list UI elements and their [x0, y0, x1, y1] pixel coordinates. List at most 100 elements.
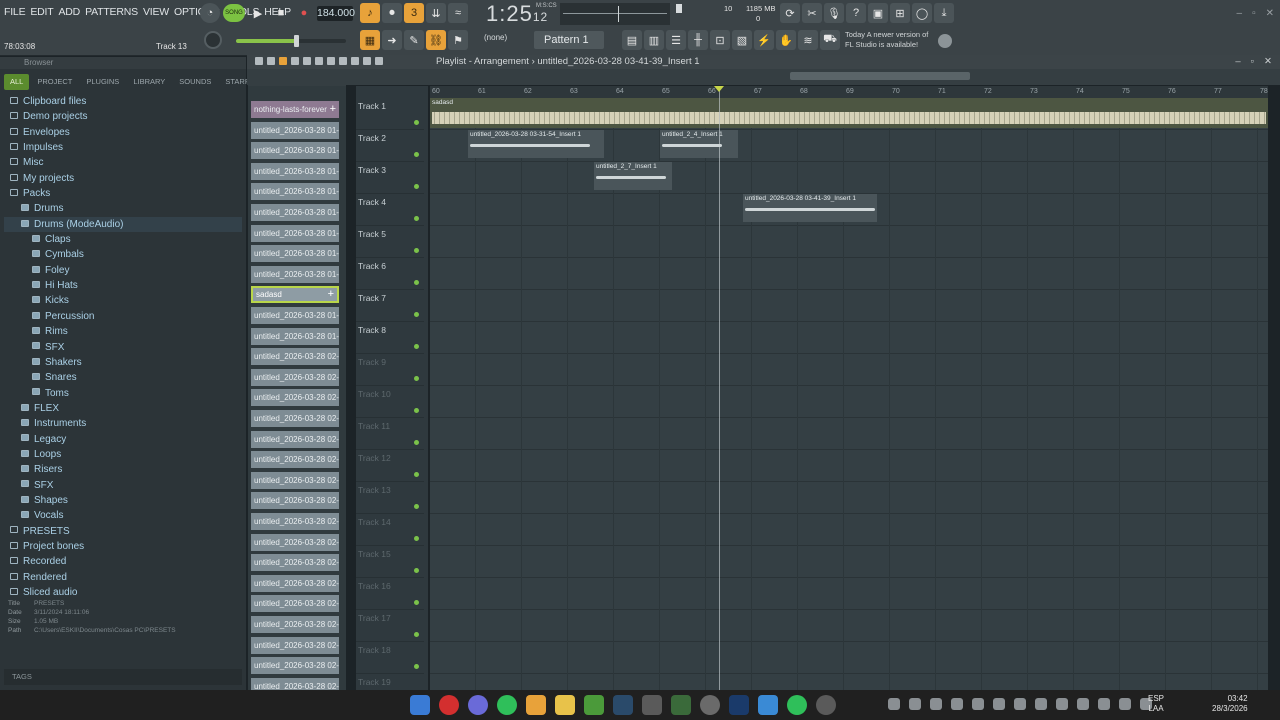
browser-item[interactable]: Drums [4, 201, 242, 216]
track-active-icon[interactable] [414, 120, 419, 125]
track-header[interactable]: Track 17 [356, 610, 424, 642]
pattern-clip-item[interactable]: nothing-lasts-forever + [251, 101, 339, 118]
pattern-clip-item[interactable]: untitled_2026-03-28 01-... [251, 224, 339, 242]
taskbar-clock[interactable]: 03:42 28/3/2026 [1212, 694, 1248, 714]
language-indicator[interactable]: ESP LAA [1148, 694, 1164, 714]
track-header[interactable]: Track 2 [356, 130, 424, 162]
playback-icon[interactable] [375, 57, 383, 65]
tray-icon-12[interactable] [1119, 698, 1131, 710]
plugin-picker-icon[interactable]: ⊡ [710, 30, 730, 50]
tab-library[interactable]: LIBRARY [127, 74, 171, 90]
paint-icon[interactable] [291, 57, 299, 65]
pattern-clip-item[interactable]: untitled_2026-03-28 01-... [251, 245, 339, 263]
browser-item[interactable]: Vocals [4, 508, 242, 523]
zoom-icon[interactable] [363, 57, 371, 65]
menu-file[interactable]: FILE [4, 6, 26, 18]
menu-patterns[interactable]: PATTERNS [85, 6, 138, 18]
tray-icon-4[interactable] [951, 698, 963, 710]
playhead-marker[interactable] [714, 86, 724, 92]
clip-insert-0331[interactable]: untitled_2026-03-28 03-31-54_Insert 1 [468, 130, 604, 158]
track-header[interactable]: Track 10 [356, 386, 424, 418]
track-active-icon[interactable] [414, 248, 419, 253]
wave-icon[interactable]: ≋ [798, 30, 818, 50]
select-icon[interactable] [351, 57, 359, 65]
browser-item[interactable]: Shapes [4, 493, 242, 508]
tray-icon-3[interactable] [930, 698, 942, 710]
tab-plugins[interactable]: PLUGINS [80, 74, 125, 90]
snap-selector[interactable]: (none) [484, 33, 507, 42]
pattern-clip-item[interactable]: untitled_2026-03-28 02-... [251, 574, 339, 592]
pattern-clip-item[interactable]: untitled_2026-03-28 02-... [251, 513, 339, 530]
browser-item[interactable]: Kicks [4, 293, 242, 308]
record-icon[interactable]: ● [294, 3, 314, 23]
shield-icon[interactable] [700, 695, 720, 715]
track-active-icon[interactable] [414, 440, 419, 445]
browser-item[interactable]: Rendered [4, 570, 242, 585]
slice-icon[interactable] [339, 57, 347, 65]
playlist-close-icon[interactable]: ✕ [1264, 55, 1272, 69]
browser-item[interactable]: SFX [4, 478, 242, 493]
wait-icon[interactable]: ⏺ [382, 3, 402, 23]
tools-icon[interactable]: ✂ [802, 3, 822, 23]
track-active-icon[interactable] [414, 600, 419, 605]
pattern-clip-item[interactable]: untitled_2026-03-28 02-... [251, 677, 339, 690]
pattern-clip-item[interactable]: untitled_2026-03-28 02-... [251, 616, 339, 633]
track-header[interactable]: Track 5 [356, 226, 424, 258]
draw-icon[interactable] [279, 57, 287, 65]
master-pitch-knob[interactable] [204, 31, 222, 49]
pattern-clip-item[interactable]: untitled_2026-03-28 02-... [251, 430, 339, 448]
news-panel[interactable]: Today A newer version of FL Studio is av… [845, 30, 928, 50]
track-header[interactable]: Track 14 [356, 514, 424, 546]
track-active-icon[interactable] [414, 568, 419, 573]
record-mode-icon[interactable]: ◔ [200, 3, 220, 23]
track-active-icon[interactable] [414, 344, 419, 349]
browser-item[interactable]: Impulses [4, 140, 242, 155]
arrow-icon[interactable]: ➜ [382, 30, 402, 50]
update-icon[interactable] [938, 34, 952, 48]
tempo-display[interactable]: 184.000 [317, 6, 355, 21]
pattern-clip-item[interactable]: untitled_2026-03-28 02-... [251, 451, 339, 469]
track-header[interactable]: Track 16 [356, 578, 424, 610]
playlist-minimize-icon[interactable]: – [1235, 55, 1240, 69]
piano-roll-icon[interactable]: ▥ [644, 30, 664, 50]
delete-icon[interactable] [303, 57, 311, 65]
pattern-clip-item[interactable]: untitled_2026-03-28 02-... [251, 492, 339, 510]
clip-insert-2-7[interactable]: untitled_2_7_Insert 1 [594, 162, 672, 190]
step-edit-icon[interactable]: ≈ [448, 3, 468, 23]
save-icon[interactable]: ▣ [868, 3, 888, 23]
tags-field[interactable]: TAGS [4, 669, 242, 685]
menu-edit[interactable]: EDIT [30, 6, 53, 18]
track-header[interactable]: Track 6 [356, 258, 424, 290]
play-icon[interactable]: ▶ [248, 3, 268, 23]
browser-item[interactable]: Misc [4, 155, 242, 170]
track-header[interactable]: Track 4 [356, 194, 424, 226]
menu-add[interactable]: ADD [59, 6, 81, 18]
pattern-clip-item[interactable]: untitled_2026-03-28 02-... [251, 554, 339, 572]
song-mode-toggle[interactable]: SONG [223, 4, 245, 22]
pattern-clip-item[interactable]: untitled_2026-03-28 02-... [251, 657, 339, 675]
stamp-icon[interactable]: ⚑ [448, 30, 468, 50]
menu-icon[interactable] [255, 57, 263, 65]
mixer-icon[interactable]: ⊞ [890, 3, 910, 23]
plug-icon[interactable]: ⚡ [754, 30, 774, 50]
clip-insert-2-4[interactable]: untitled_2_4_Insert 1 [660, 130, 738, 158]
track-header[interactable]: Track 9 [356, 354, 424, 386]
timeline-ruler[interactable]: 60 61 62 63 64 65 66 67 68 69 70 71 72 73 74 75 76 77 78 [430, 86, 1268, 98]
tray-icon-8[interactable] [1035, 698, 1047, 710]
tray-icon-10[interactable] [1077, 698, 1089, 710]
maximize-icon[interactable]: ▫ [1252, 8, 1256, 19]
pattern-clip-item[interactable]: untitled_2026-03-28 01-... [251, 265, 339, 283]
browser-item[interactable]: Foley [4, 263, 242, 278]
tab-all[interactable]: ALL [4, 74, 30, 90]
browser-item[interactable]: Drums (ModeAudio) [4, 216, 242, 233]
track-active-icon[interactable] [414, 536, 419, 541]
browser-item[interactable]: Recorded [4, 554, 242, 569]
browser-item[interactable]: Demo projects [4, 109, 242, 124]
github-icon[interactable] [816, 695, 836, 715]
pattern-clip-item[interactable]: untitled_2026-03-28 02-... [251, 636, 339, 654]
browser-item[interactable]: Clipboard files [4, 94, 242, 109]
cart-icon[interactable]: ⛟ [820, 30, 840, 50]
tray-icon-5[interactable] [972, 698, 984, 710]
channel-rack-icon[interactable]: ☰ [666, 30, 686, 50]
track-header[interactable]: Track 8 [356, 322, 424, 354]
